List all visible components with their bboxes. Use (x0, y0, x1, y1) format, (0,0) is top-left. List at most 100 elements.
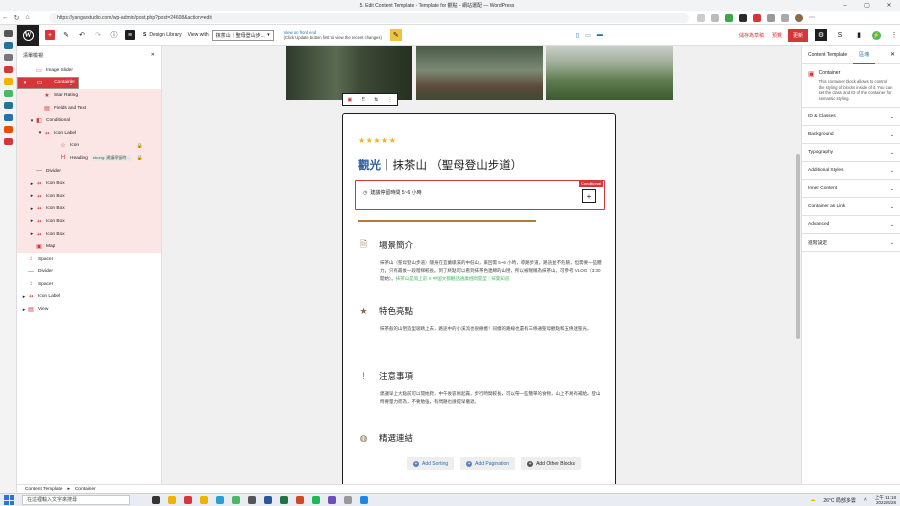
add-pagination-button[interactable]: + Add Pagination (460, 457, 516, 470)
icon-box[interactable]: ★ 特色亮點 抹茶般的山巒造型吸睛上去，路途中的小溪流也很療癒！同樣的路線也還有三條… (358, 305, 603, 333)
app-icon[interactable] (328, 496, 336, 504)
close-window-icon[interactable]: ✕ (878, 2, 900, 9)
inspector-panel[interactable]: Container as Link ⌄ (802, 198, 900, 216)
list-view-item[interactable]: ▸ ⇸ Icon Box (17, 227, 161, 241)
update-button[interactable]: 更新 (787, 28, 808, 42)
stackable-settings-icon[interactable]: S (834, 29, 846, 41)
explorer-icon[interactable] (168, 496, 176, 504)
app-icon[interactable] (360, 496, 368, 504)
tab-block[interactable]: 區塊 (853, 46, 876, 64)
favorite-icon[interactable] (711, 13, 719, 22)
add-sorting-button[interactable]: + Add Sorting (407, 457, 455, 470)
lock-icon[interactable]: 🔒 (137, 143, 143, 149)
tab-icon[interactable] (4, 114, 13, 121)
inspector-panel[interactable]: Advanced ⌄ (802, 216, 900, 234)
wordpress-logo[interactable]: W (17, 24, 39, 46)
clock[interactable]: 上午 11:18 2022/6/28 (875, 495, 896, 506)
list-view-item[interactable]: ▸ ⇸ Icon Box (17, 189, 161, 203)
list-view-item[interactable]: ▸ ⇸ Icon Box (17, 215, 161, 228)
close-icon[interactable]: ✕ (890, 51, 895, 58)
list-view-item[interactable]: ▤ Fields and Text (17, 101, 161, 115)
pin-icon[interactable]: ✎ (389, 29, 402, 41)
extension-red-icon[interactable] (753, 13, 761, 22)
minimize-icon[interactable]: – (834, 3, 856, 9)
tab-icon[interactable] (4, 42, 13, 49)
breadcrumb-item[interactable]: Container (75, 487, 96, 492)
app-icon[interactable] (184, 496, 192, 504)
save-draft-button[interactable]: 儲存為草稿 (739, 32, 764, 39)
chevron-up-icon[interactable]: ˄ (864, 497, 867, 503)
close-icon[interactable]: ✕ (151, 52, 155, 58)
inspector-panel[interactable]: Background ⌄ (802, 126, 900, 144)
inspector-panel[interactable]: Additional Styles ⌄ (802, 162, 900, 180)
container-block-icon[interactable]: ▣ (348, 97, 353, 103)
list-view-item[interactable]: ▸ ⇸ Icon Box (17, 177, 161, 190)
weather-text[interactable]: 26°C 局部多雲 (823, 497, 856, 504)
canvas-scrollbar[interactable] (794, 46, 801, 484)
windows-start-icon[interactable] (4, 495, 14, 505)
excel-icon[interactable] (280, 496, 288, 504)
icon-box[interactable]: ◍ 精選連結 (358, 432, 603, 444)
home-icon[interactable]: ⌂ (22, 14, 33, 21)
icon-box[interactable]: ! 注意事項 建議早上大點前可以開始爬，中午後容易起霧，步行時間較長，可以帶一些簡單… (358, 370, 603, 406)
taskbar-search[interactable]: 在這裡輸入文字來搜尋 (22, 495, 130, 505)
maximize-icon[interactable]: ▢ (856, 2, 878, 9)
slider-image-3[interactable] (546, 46, 673, 100)
tab-icon[interactable] (4, 66, 13, 73)
read-aloud-icon[interactable] (697, 13, 705, 22)
powerpoint-icon[interactable] (296, 496, 304, 504)
tab-content-template[interactable]: Content Template (802, 52, 853, 58)
edge-icon[interactable] (216, 496, 224, 504)
tab-icon[interactable] (4, 54, 13, 61)
list-view-item[interactable]: ★ Star Rating (17, 89, 161, 102)
design-library-button[interactable]: S Design Library (143, 32, 182, 38)
icon-box[interactable]: 🗎 場景簡介 抹茶山（聖母登山步道）隱身在宜蘭礁溪的中低山，來回需 5~6 小時，導… (358, 239, 603, 283)
tab-icon[interactable] (4, 90, 13, 97)
view-with-select[interactable]: 抹茶山｜聖母登山步... ▾ (211, 29, 274, 41)
app-icon[interactable] (200, 496, 208, 504)
inspector-panel[interactable]: ID & Classes ⌄ (802, 108, 900, 126)
list-view-item[interactable]: ▾ ◧ Conditional (17, 114, 161, 127)
list-view-item[interactable]: ↕ Spacer (17, 278, 161, 291)
list-view-item[interactable]: — Divider (17, 266, 161, 279)
app-icon[interactable] (344, 496, 352, 504)
expand-toggle-icon[interactable]: ▾ (22, 80, 28, 86)
jetpack-icon[interactable]: ⚡ (872, 30, 881, 40)
word-icon[interactable] (264, 496, 272, 504)
list-view-toggle[interactable]: ≡ (125, 30, 135, 40)
tab-icon[interactable] (4, 138, 13, 145)
settings-gear-icon[interactable]: ⚙ (815, 29, 827, 41)
tools-pencil-icon[interactable]: ✎ (61, 30, 71, 40)
inspector-panel[interactable]: Inner Content ⌄ (802, 180, 900, 198)
tab-icon[interactable] (4, 126, 13, 133)
chrome-icon[interactable] (232, 496, 240, 504)
list-view-item[interactable]: ▸ ▤ View (17, 303, 161, 316)
inspector-panel[interactable]: Typography ⌄ (802, 144, 900, 162)
list-view-item[interactable]: ☆ Icon 🔒 (17, 139, 161, 153)
breadcrumb-item[interactable]: Content Template (25, 487, 63, 492)
list-view-item[interactable]: H Heading strong: 建議停留時... 🔒 (17, 152, 161, 165)
extensions-icon[interactable] (767, 13, 775, 22)
address-bar[interactable]: https://yangarstudio.com/wp-admin/post.p… (49, 12, 689, 23)
profile-avatar[interactable] (795, 13, 803, 22)
task-view-icon[interactable] (152, 496, 160, 504)
mobile-icon[interactable]: ▯ (576, 32, 579, 39)
tab-icon[interactable] (4, 78, 13, 85)
list-view-item[interactable]: ▾ ▭ Container ⋮ (17, 76, 79, 90)
collections-icon[interactable] (781, 13, 789, 22)
spotify-icon[interactable] (312, 496, 320, 504)
options-icon[interactable]: ⋮ (68, 79, 74, 86)
reload-icon[interactable]: ↻ (11, 14, 22, 22)
list-view-item[interactable]: ▭ Image Slider (17, 64, 161, 77)
list-view-item[interactable]: ▾ ⇸ Icon Label (17, 126, 161, 140)
add-inner-block-button[interactable]: + (582, 189, 596, 203)
conditional-block[interactable]: ◷ 建議停留時間 5~6 小時 Conditional + (355, 180, 605, 210)
desktop-icon[interactable]: ▬ (597, 32, 603, 39)
tab-icon[interactable] (4, 102, 13, 109)
slider-image-2[interactable] (416, 46, 543, 100)
slider-image-1[interactable] (286, 46, 412, 100)
options-icon[interactable]: ⋮ (888, 29, 900, 41)
add-other-blocks-button[interactable]: + Add Other Blocks (521, 457, 581, 470)
inspector-panel[interactable]: 進階設定 ⌄ (802, 234, 900, 252)
drag-handle-icon[interactable]: ⠿ (361, 97, 365, 103)
